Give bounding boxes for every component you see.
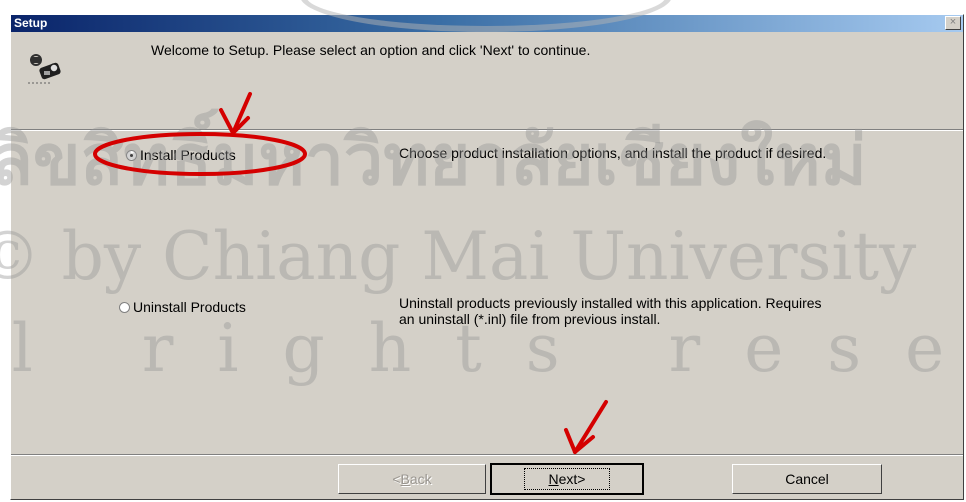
back-label: <Back: [392, 471, 432, 487]
uninstall-label[interactable]: Uninstall Products: [133, 299, 246, 315]
uninstall-description: Uninstall products previously installed …: [399, 295, 822, 327]
back-button[interactable]: <Back: [338, 464, 486, 494]
uninstall-radio[interactable]: [119, 301, 130, 313]
install-products-option[interactable]: Install Products: [126, 147, 236, 163]
install-label[interactable]: Install Products: [140, 147, 236, 163]
window-title: Setup: [14, 16, 48, 30]
setup-app-icon: [28, 54, 61, 84]
bottom-divider: [11, 454, 963, 456]
cancel-button[interactable]: Cancel: [732, 464, 882, 494]
top-divider: [11, 129, 963, 131]
install-description: Choose product installation options, and…: [399, 145, 827, 161]
welcome-message: Welcome to Setup. Please select an optio…: [151, 42, 591, 58]
setup-dialog: Setup × Welcome to Setup. Please select …: [10, 14, 964, 500]
next-button[interactable]: Next>: [490, 463, 644, 495]
uninstall-products-option[interactable]: Uninstall Products: [119, 299, 246, 315]
next-label: Next>: [523, 468, 611, 490]
close-icon[interactable]: ×: [945, 16, 961, 30]
install-radio[interactable]: [126, 149, 137, 161]
